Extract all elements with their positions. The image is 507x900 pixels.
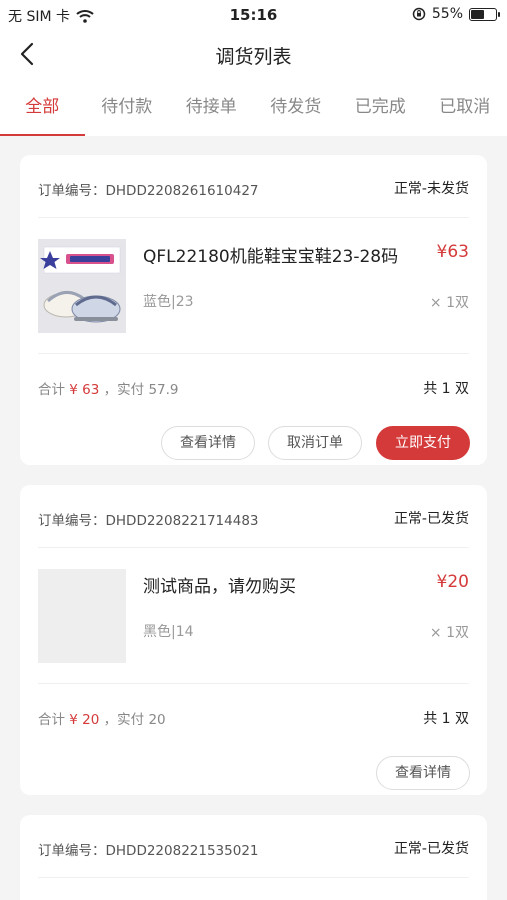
item-count: 共 1 双 (423, 381, 469, 397)
order-card[interactable]: 订单编号：DHDD2208221535021 正常-已发货 (20, 815, 487, 900)
total-value: ¥ 63 (69, 382, 100, 398)
order-status: 正常-已发货 (393, 841, 469, 857)
product-image-placeholder[interactable] (38, 569, 126, 663)
order-totals: 合计 ¥ 20 ，实付 20 (38, 708, 166, 728)
total-label: 合计 (38, 382, 65, 398)
product-name[interactable]: 测试商品，请勿购买 (143, 572, 296, 597)
order-number: 订单编号：DHDD2208221535021 (38, 843, 259, 859)
view-details-button[interactable]: 查看详情 (161, 426, 255, 460)
pay-now-button[interactable]: 立即支付 (376, 426, 470, 460)
tab-all[interactable]: 全部 (0, 78, 85, 136)
divider (38, 217, 469, 218)
shoe-product-icon (38, 239, 126, 333)
divider (38, 353, 469, 354)
view-details-button[interactable]: 查看详情 (376, 756, 470, 790)
status-bar: 无 SIM 卡 15:16 55% (0, 0, 507, 30)
order-totals: 合计 ¥ 63 ，实付 57.9 (38, 378, 179, 398)
product-price: ¥20 (436, 572, 469, 592)
product-spec: 黑色|14 (143, 624, 194, 640)
battery-fill (471, 9, 484, 19)
tab-pending-ship[interactable]: 待发货 (254, 78, 339, 136)
paid-value: 57.9 (148, 382, 179, 398)
item-count: 共 1 双 (423, 711, 469, 727)
tab-completed[interactable]: 已完成 (338, 78, 423, 136)
product-name[interactable]: QFL22180机能鞋宝宝鞋23-28码 (143, 242, 398, 267)
tab-pending-accept[interactable]: 待接单 (169, 78, 254, 136)
paid-label: ，实付 (103, 712, 145, 728)
order-status: 正常-未发货 (393, 181, 469, 197)
product-qty: × 1双 (429, 625, 469, 641)
total-value: ¥ 20 (69, 712, 100, 728)
divider (38, 683, 469, 684)
divider (38, 547, 469, 548)
paid-value: 20 (148, 712, 166, 728)
order-card[interactable]: 订单编号：DHDD2208261610427 正常-未发货 QFL22180机能… (20, 155, 487, 465)
order-number: 订单编号：DHDD2208261610427 (38, 183, 259, 199)
nav-bar: 调货列表 (0, 30, 507, 78)
order-number: 订单编号：DHDD2208221714483 (38, 513, 259, 529)
status-tabs: 全部 待付款 待接单 待发货 已完成 已取消 (0, 78, 507, 136)
product-price: ¥63 (436, 242, 469, 262)
status-right: 55% (412, 6, 500, 22)
order-status: 正常-已发货 (393, 511, 469, 527)
product-image[interactable] (38, 239, 126, 333)
orientation-lock-icon (412, 7, 426, 21)
order-card[interactable]: 订单编号：DHDD2208221714483 正常-已发货 测试商品，请勿购买 … (20, 485, 487, 795)
paid-label: ，实付 (103, 382, 145, 398)
battery-percent: 55% (431, 6, 463, 22)
product-spec: 蓝色|23 (143, 294, 194, 310)
total-label: 合计 (38, 712, 65, 728)
divider (38, 877, 469, 878)
tab-cancelled[interactable]: 已取消 (423, 78, 507, 136)
product-qty: × 1双 (429, 295, 469, 311)
tab-pending-payment[interactable]: 待付款 (85, 78, 170, 136)
battery-icon (469, 7, 500, 21)
cancel-order-button[interactable]: 取消订单 (268, 426, 362, 460)
page-title: 调货列表 (215, 46, 292, 68)
